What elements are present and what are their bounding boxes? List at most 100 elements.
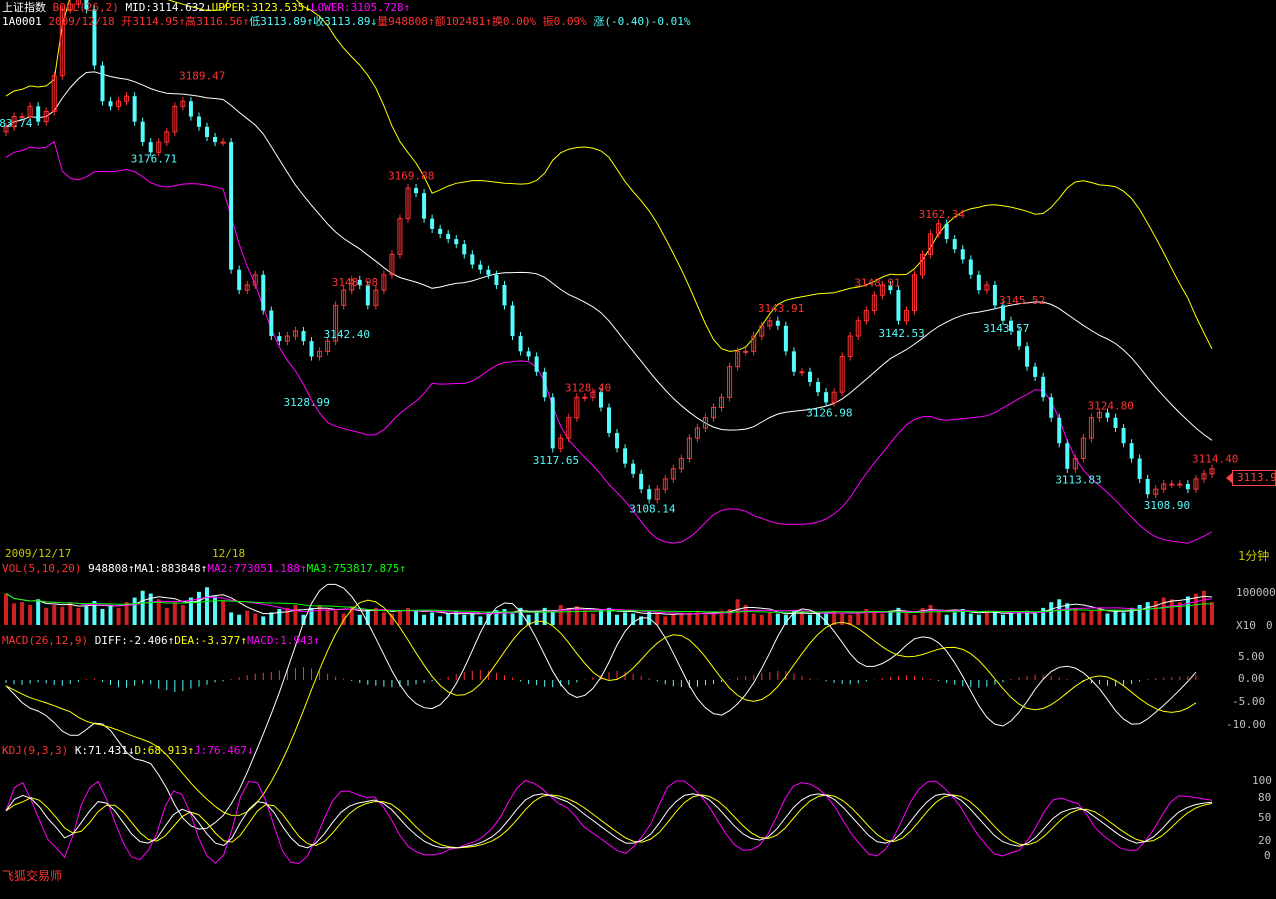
candle-body-down — [976, 274, 981, 291]
price-label: 3128.99 — [283, 396, 329, 409]
volume-bar — [888, 610, 893, 625]
header2-seg-4: 低3113.89↑ — [249, 15, 314, 28]
candle-body-down — [1025, 346, 1030, 367]
candle-body-down — [992, 285, 997, 306]
price-label: 3108.14 — [629, 503, 676, 516]
volume-bar — [679, 613, 684, 625]
volume-bar — [422, 614, 427, 625]
volume-bar — [381, 612, 386, 625]
price-label: 3142.53 — [878, 327, 924, 340]
candle-body-down — [213, 136, 218, 143]
volume-bar — [1153, 601, 1158, 625]
volume-bar — [759, 614, 764, 625]
kdj-axis-20: 20 — [1258, 834, 1272, 847]
candle-body-down — [944, 223, 949, 240]
volume-bar — [615, 614, 620, 625]
volume-bar — [1113, 610, 1118, 625]
candle-body-down — [36, 106, 41, 122]
price-label: 3162.34 — [919, 208, 966, 221]
header2-seg-2: 开3114.95↑ — [121, 15, 186, 28]
header-line-2: 1A0001 2009/12/18 开3114.95↑高3116.56↑低311… — [2, 15, 690, 28]
volume-bar — [711, 613, 716, 625]
volume-header: VOL(5,10,20) 948808↑MA1:883848↑MA2:77305… — [2, 562, 406, 575]
price-label: 3124.80 — [1087, 400, 1133, 413]
candle-body-up — [220, 141, 226, 144]
candle-body-down — [1057, 417, 1062, 444]
kdj-k-line — [5, 793, 1213, 849]
volume-bar — [285, 607, 290, 625]
candle-body-down — [1041, 376, 1046, 398]
candle-body-down — [478, 264, 483, 270]
volume-bar — [414, 610, 419, 625]
volume-bar — [333, 610, 338, 625]
header1-seg-2: MID:3114.632↓ — [118, 1, 212, 14]
volume-bar — [976, 614, 981, 625]
volume-bar — [20, 602, 25, 625]
volume-bar — [1057, 599, 1062, 625]
volume-bar — [245, 610, 250, 625]
candle-body-down — [968, 259, 973, 275]
volume-bar — [164, 607, 169, 625]
candle-body-down — [446, 233, 451, 240]
header2-seg-8: 换0.00% — [491, 15, 543, 28]
macd-seg-0: MACD(26,12,9) — [2, 634, 95, 647]
candle-body-down — [148, 142, 153, 153]
volume-bar — [534, 610, 539, 625]
header2-seg-7: 额102481↑ — [434, 15, 492, 28]
volume-bar — [325, 609, 330, 625]
volume-bar — [775, 613, 780, 625]
volume-bar — [36, 599, 41, 625]
volume-bar — [253, 613, 258, 625]
volume-bar — [446, 613, 451, 625]
volume-bar — [992, 612, 997, 625]
candle-body-down — [1113, 417, 1118, 428]
header1-seg-1: BOLL(26,2) — [52, 1, 119, 14]
volume-bar — [52, 605, 57, 625]
kdj-seg-1: K:71.431↓ — [74, 744, 135, 757]
volume-bar — [76, 607, 81, 625]
candle-body-down — [816, 381, 821, 393]
header1-seg-4: LOWER:3105.728↑ — [310, 1, 411, 14]
volume-bar — [309, 607, 314, 625]
vol-axis-top: 100000 — [1236, 586, 1276, 599]
period-label[interactable]: 1分钟 — [1238, 550, 1269, 562]
candle-body-down — [454, 239, 459, 245]
volume-bar — [912, 614, 917, 625]
volume-bar — [1033, 613, 1038, 625]
candle-body-down — [462, 244, 467, 255]
volume-bar — [28, 605, 33, 625]
volume-bar — [968, 613, 973, 625]
price-label: 3143.91 — [758, 302, 804, 315]
kdj-axis-50: 50 — [1258, 811, 1272, 824]
volume-bar — [84, 606, 89, 625]
volume-bar — [293, 605, 298, 625]
volume-bar — [44, 607, 49, 625]
volume-bar — [196, 591, 201, 625]
volume-bar — [952, 612, 957, 625]
macd-seg-1: DIFF:-2.406↑ — [94, 634, 175, 647]
volume-bar — [1089, 610, 1094, 625]
candle-body-down — [1121, 427, 1126, 444]
candle-body-down — [277, 336, 282, 342]
price-label: 3114.40 — [1192, 453, 1238, 466]
candle-body-down — [518, 336, 523, 352]
volume-bar — [1210, 602, 1214, 625]
kdj-axis-80: 80 — [1258, 791, 1272, 804]
candle-body-down — [188, 101, 193, 117]
volume-bar — [430, 612, 435, 625]
volume-bar — [880, 613, 885, 625]
volume-bar — [655, 613, 660, 625]
macd-axis-m5: -5.00 — [1232, 695, 1266, 708]
candle-body-down — [229, 142, 234, 270]
volume-bar — [277, 609, 282, 625]
chart-canvas: 3205.843189.473176.713183.743169.883148.… — [0, 0, 1238, 864]
volume-bar — [590, 613, 595, 625]
volume-bar — [1065, 603, 1070, 625]
kdj-seg-3: J:76.467↓ — [194, 744, 254, 757]
price-label: 3142.40 — [324, 328, 370, 341]
vol-seg-3: MA2:773051.188↑ — [207, 562, 307, 575]
candle-body-down — [100, 65, 105, 102]
volume-bar — [60, 606, 65, 625]
kdj-header: KDJ(9,3,3) K:71.431↓D:68.913↑J:76.467↓ — [2, 744, 254, 757]
candle-body-down — [1065, 443, 1070, 469]
